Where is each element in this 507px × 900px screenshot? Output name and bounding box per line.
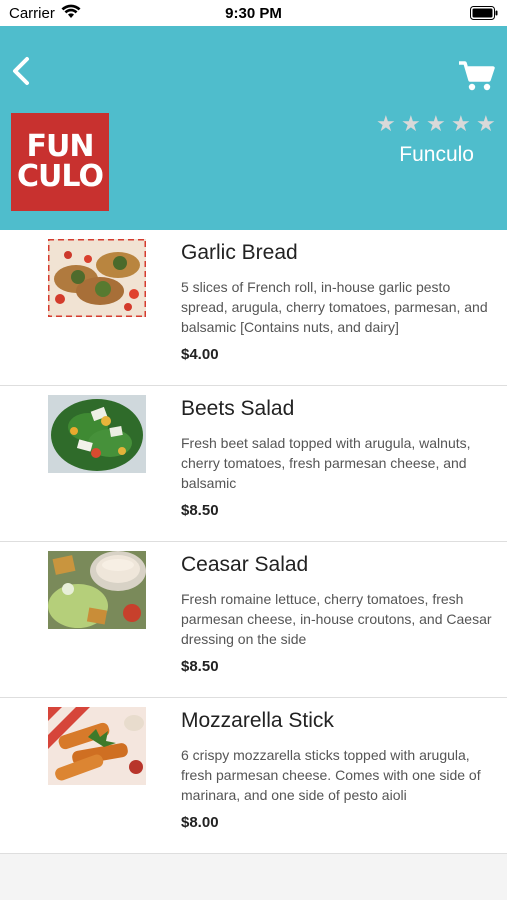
logo-text-top: FUN xyxy=(26,129,95,164)
menu-item[interactable]: Ceasar Salad Fresh romaine lettuce, cher… xyxy=(0,542,507,698)
rating-stars: ★ ★ ★ ★ ★ xyxy=(376,111,496,136)
item-description: Fresh beet salad topped with arugula, wa… xyxy=(181,435,471,491)
item-description: Fresh romaine lettuce, cherry tomatoes, … xyxy=(181,591,492,647)
item-name: Ceasar Salad xyxy=(181,553,309,576)
item-name: Mozzarella Stick xyxy=(181,709,334,732)
item-price: $8.00 xyxy=(181,814,219,831)
item-price: $8.50 xyxy=(181,502,219,519)
item-description: 5 slices of French roll, in-house garlic… xyxy=(181,279,488,335)
ceasar-salad-image xyxy=(48,551,146,629)
cart-button[interactable] xyxy=(459,60,495,92)
item-price: $4.00 xyxy=(181,346,219,363)
star-icon: ★ xyxy=(426,111,446,136)
item-description: 6 crispy mozzarella sticks topped with a… xyxy=(181,747,481,803)
status-bar: Carrier 9:30 PM xyxy=(0,0,507,26)
cart-icon xyxy=(459,61,495,91)
menu-item[interactable]: Garlic Bread 5 slices of French roll, in… xyxy=(0,230,507,386)
item-name: Garlic Bread xyxy=(181,241,298,264)
star-icon: ★ xyxy=(401,111,421,136)
restaurant-name: Funculo xyxy=(399,143,474,166)
menu-item[interactable]: Mozzarella Stick 6 crispy mozzarella sti… xyxy=(0,698,507,854)
star-icon: ★ xyxy=(376,111,396,136)
menu-list: Garlic Bread 5 slices of French roll, in… xyxy=(0,230,507,854)
logo-text-bottom: CULO xyxy=(17,159,104,194)
battery-icon xyxy=(470,6,498,24)
garlic-bread-image xyxy=(48,239,146,317)
beets-salad-image xyxy=(48,395,146,473)
restaurant-header: FUN CULO ★ ★ ★ ★ ★ Funculo xyxy=(0,26,507,230)
mozzarella-stick-image xyxy=(48,707,146,785)
item-price: $8.50 xyxy=(181,658,219,675)
item-name: Beets Salad xyxy=(181,397,295,420)
star-icon: ★ xyxy=(476,111,496,136)
menu-item[interactable]: Beets Salad Fresh beet salad topped with… xyxy=(0,386,507,542)
back-button[interactable] xyxy=(10,56,34,86)
status-time: 9:30 PM xyxy=(225,5,282,22)
chevron-left-icon xyxy=(13,57,29,85)
restaurant-logo: FUN CULO xyxy=(11,113,109,211)
star-icon: ★ xyxy=(451,111,471,136)
